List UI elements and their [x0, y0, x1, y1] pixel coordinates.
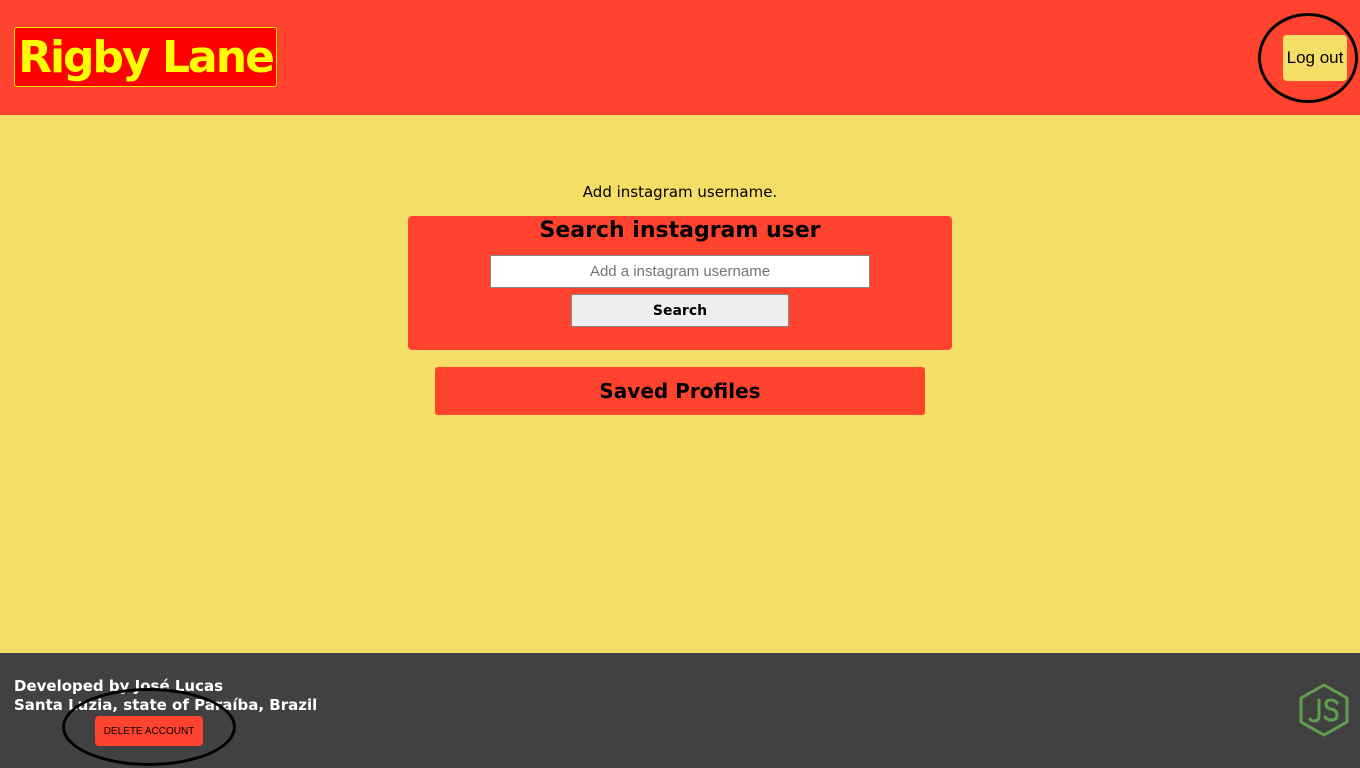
nodejs-icon	[1299, 683, 1349, 737]
search-button[interactable]: Search	[571, 294, 789, 327]
search-card-title: Search instagram user	[539, 218, 821, 243]
developer-location: Santa Luzia, state of Paraíba, Brazil	[14, 696, 318, 714]
instagram-username-input[interactable]	[490, 255, 870, 288]
saved-profiles-button[interactable]: Saved Profiles	[435, 367, 925, 415]
site-header: Rigby Lane Log out	[0, 0, 1360, 115]
brand-logo[interactable]: Rigby Lane	[14, 27, 277, 87]
instruction-text: Add instagram username.	[582, 183, 778, 201]
search-card: Search instagram user Search	[408, 216, 952, 350]
developer-credit: Developed by José Lucas	[14, 677, 224, 695]
site-footer: Developed by José Lucas Santa Luzia, sta…	[0, 653, 1360, 768]
logout-button[interactable]: Log out	[1283, 35, 1347, 81]
delete-account-button[interactable]: DELETE ACCOUNT	[95, 716, 203, 746]
